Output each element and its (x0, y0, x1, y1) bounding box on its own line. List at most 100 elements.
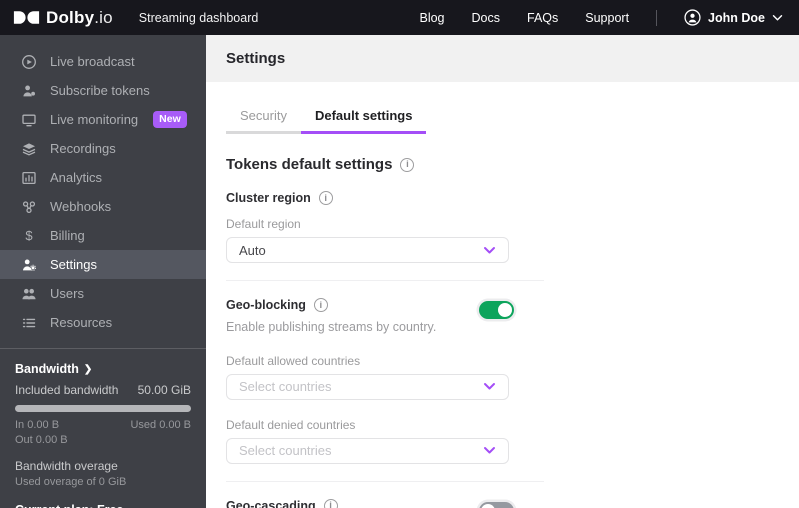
nav-link-faqs[interactable]: FAQs (527, 11, 558, 25)
user-avatar-icon (684, 9, 701, 26)
geo-cascading-text: Geo-cascading i Enable optimized distrib… (226, 498, 476, 508)
settings-content: Security Default settings Tokens default… (206, 82, 799, 508)
live-monitoring-icon (21, 112, 37, 128)
denied-countries-placeholder: Select countries (239, 443, 332, 459)
current-plan-label: Current plan: Free (15, 503, 191, 508)
bandwidth-title-label: Bandwidth (15, 362, 79, 376)
default-denied-countries-select[interactable]: Select countries (226, 437, 509, 464)
tab-security[interactable]: Security (226, 103, 301, 134)
bandwidth-overage-detail: Used overage of 0 GiB (15, 476, 127, 488)
bandwidth-panel: Bandwidth ❯ Included bandwidth 50.00 GiB… (0, 348, 206, 508)
sidebar-item-analytics[interactable]: Analytics (0, 163, 206, 192)
geo-blocking-label: Geo-blocking (226, 298, 306, 312)
sidebar-item-live-broadcast[interactable]: Live broadcast (0, 47, 206, 76)
included-bandwidth-row: Included bandwidth 50.00 GiB (15, 383, 191, 397)
sidebar-nav: Live broadcast Subscribe tokens Live mon… (0, 35, 206, 337)
info-icon[interactable]: i (323, 498, 338, 508)
section-divider (226, 480, 544, 482)
analytics-icon (21, 170, 37, 186)
chevron-down-icon (484, 246, 495, 253)
toggle-knob (498, 303, 512, 317)
sidebar-item-recordings[interactable]: Recordings (0, 134, 206, 163)
sidebar-item-live-monitoring[interactable]: Live monitoring New (0, 105, 206, 134)
app-window: Dolby.io Streaming dashboard Blog Docs F… (0, 0, 799, 508)
topbar-divider (656, 9, 658, 26)
sidebar-item-label: Live broadcast (50, 54, 135, 69)
webhooks-icon (21, 199, 37, 215)
default-region-label: Default region (226, 217, 301, 231)
settings-tabs: Security Default settings (226, 103, 799, 134)
page-title: Settings (226, 50, 286, 67)
sidebar-item-label: Resources (50, 315, 113, 330)
sidebar-item-label: Billing (50, 228, 85, 243)
tab-default-settings[interactable]: Default settings (300, 103, 427, 134)
geo-cascading-header: Geo-cascading i Enable optimized distrib… (226, 498, 514, 508)
product-name: Streaming dashboard (138, 10, 259, 25)
nav-link-blog[interactable]: Blog (419, 11, 444, 25)
brand-name: Dolby (46, 7, 95, 27)
resources-list-icon (21, 315, 37, 331)
bandwidth-in-label: In 0.00 B (15, 419, 60, 431)
geo-cascading-title: Geo-cascading i (226, 498, 476, 508)
brand-suffix: .io (94, 7, 113, 27)
sidebar: Live broadcast Subscribe tokens Live mon… (0, 35, 206, 508)
default-allowed-countries-label: Default allowed countries (226, 353, 361, 368)
geo-blocking-description: Enable publishing streams by country. (226, 320, 437, 334)
geo-cascading-toggle[interactable] (479, 501, 514, 508)
bandwidth-overage-title: Bandwidth overage (15, 459, 118, 473)
sidebar-item-webhooks[interactable]: Webhooks (0, 192, 206, 221)
chevron-right-icon: ❯ (83, 363, 93, 375)
info-icon[interactable]: i (400, 157, 415, 172)
default-region-select[interactable]: Auto (226, 237, 509, 263)
cluster-region-title: Cluster region i (226, 191, 799, 205)
user-menu[interactable]: John Doe (684, 9, 783, 26)
default-allowed-countries-select[interactable]: Select countries (226, 373, 509, 400)
sidebar-item-label: Webhooks (50, 199, 112, 214)
geo-cascading-label: Geo-cascading (226, 498, 316, 508)
default-region-value: Auto (239, 242, 266, 258)
nav-link-support[interactable]: Support (585, 11, 629, 25)
info-icon[interactable]: i (313, 298, 328, 312)
bandwidth-in-used-row: In 0.00 B Used 0.00 B (15, 419, 191, 431)
live-broadcast-icon (21, 54, 37, 70)
toggle-knob (481, 503, 495, 508)
geo-blocking-title: Geo-blocking i (226, 298, 476, 312)
sidebar-item-users[interactable]: Users (0, 279, 206, 308)
page-header: Settings (206, 35, 799, 82)
users-icon (21, 286, 37, 302)
included-bandwidth-value: 50.00 GiB (137, 383, 191, 397)
geo-blocking-text: Geo-blocking i Enable publishing streams… (226, 298, 476, 336)
subscribe-tokens-icon (21, 83, 37, 99)
bandwidth-progressbar (15, 405, 191, 412)
dolby-double-d-icon (13, 11, 40, 24)
recordings-icon (21, 141, 37, 157)
topbar-right: Blog Docs FAQs Support John Doe (419, 9, 783, 26)
included-bandwidth-label: Included bandwidth (15, 383, 119, 397)
allowed-countries-placeholder: Select countries (239, 379, 332, 395)
billing-dollar-icon: $ (25, 227, 33, 243)
section-title-label: Tokens default settings (226, 156, 393, 173)
sidebar-item-subscribe-tokens[interactable]: Subscribe tokens (0, 76, 206, 105)
brand-wordmark: Dolby.io (46, 8, 113, 28)
geo-blocking-toggle[interactable] (479, 301, 514, 319)
bandwidth-title[interactable]: Bandwidth ❯ (15, 362, 191, 376)
sidebar-item-resources[interactable]: Resources (0, 308, 206, 337)
chevron-down-icon (772, 14, 783, 20)
top-navbar: Dolby.io Streaming dashboard Blog Docs F… (0, 0, 799, 35)
user-name: John Doe (708, 10, 765, 25)
nav-link-docs[interactable]: Docs (472, 11, 500, 25)
sidebar-item-billing[interactable]: $ Billing (0, 221, 206, 250)
chevron-down-icon (484, 383, 495, 390)
sidebar-item-label: Recordings (50, 141, 116, 156)
dolby-logo[interactable]: Dolby.io (13, 8, 113, 28)
main-panel: Settings Security Default settings Token… (206, 35, 799, 508)
default-denied-countries-label: Default denied countries (226, 417, 356, 432)
section-divider (226, 280, 544, 281)
sidebar-item-label: Live monitoring (50, 112, 139, 127)
info-icon[interactable]: i (318, 191, 333, 205)
sidebar-item-settings[interactable]: Settings (0, 250, 206, 279)
cluster-region-label: Cluster region (226, 191, 311, 205)
new-badge: New (153, 111, 187, 128)
bandwidth-used-label: Used 0.00 B (130, 419, 191, 431)
tokens-default-settings-title: Tokens default settings i (226, 156, 799, 173)
